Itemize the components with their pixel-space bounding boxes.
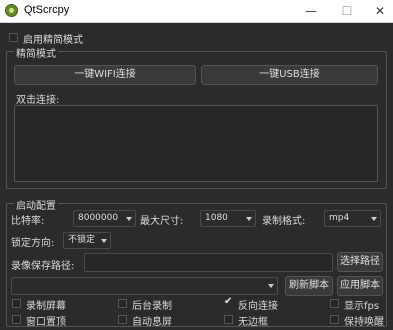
apply-script-button[interactable]: 应用脚本 [337, 276, 383, 296]
record-screen-label: 录制屏幕 [26, 301, 66, 312]
simple-mode-checkbox[interactable] [9, 33, 18, 42]
max-size-label: 最大尺寸: [140, 216, 184, 227]
record-format-label: 录制格式: [262, 216, 306, 227]
window-title: QtScrcpy [24, 4, 70, 16]
simple-mode-group-title: 精简模式 [14, 45, 58, 60]
chevron-down-icon [268, 284, 274, 288]
refresh-script-button[interactable]: 刷新脚本 [285, 276, 333, 296]
bitrate-select[interactable]: 8000000 [73, 210, 136, 227]
always-on-top-checkbox[interactable] [12, 315, 21, 324]
lock-orientation-select[interactable]: 不锁定 [63, 232, 111, 249]
script-select[interactable] [11, 277, 278, 295]
stay-awake-label: 保持唤醒 [344, 317, 384, 328]
chevron-down-icon [371, 217, 377, 221]
device-list-box[interactable] [14, 105, 378, 182]
show-fps-checkbox[interactable] [330, 299, 339, 308]
always-on-top-label: 窗口置顶 [26, 317, 66, 328]
double-click-connect-label: 双击连接: [16, 95, 60, 106]
auto-screen-off-checkbox[interactable] [118, 315, 127, 324]
max-size-select[interactable]: 1080 [200, 210, 256, 227]
chevron-down-icon [246, 217, 252, 221]
record-screen-checkbox[interactable] [12, 299, 21, 308]
start-config-group-title: 启动配置 [14, 197, 58, 212]
auto-screen-off-label: 自动息屏 [132, 317, 172, 328]
record-path-label: 录像保存路径: [11, 261, 75, 272]
minimize-button[interactable]: — [291, 0, 331, 22]
lock-orientation-label: 锁定方向: [11, 238, 55, 249]
qtscrcpy-logo-icon [5, 4, 18, 17]
record-format-select[interactable]: mp4 [324, 210, 381, 227]
record-path-input[interactable] [84, 253, 333, 272]
reverse-connection-checkbox[interactable] [224, 296, 233, 308]
lock-orientation-value: 不锁定 [68, 235, 96, 245]
chevron-down-icon [126, 217, 132, 221]
usb-connect-button[interactable]: 一键USB连接 [201, 65, 378, 85]
show-fps-label: 显示fps [344, 301, 380, 312]
wifi-connect-button[interactable]: 一键WIFI连接 [14, 65, 196, 85]
frameless-label: 无边框 [238, 317, 268, 328]
max-size-value: 1080 [205, 213, 228, 223]
record-format-value: mp4 [329, 213, 350, 223]
frameless-checkbox[interactable] [224, 315, 233, 324]
select-path-button[interactable]: 选择路径 [337, 252, 383, 272]
background-record-checkbox[interactable] [118, 299, 127, 308]
stay-awake-checkbox[interactable] [330, 315, 339, 324]
bitrate-label: 比特率: [11, 216, 45, 227]
bitrate-value: 8000000 [78, 213, 119, 223]
title-bar: QtScrcpy — ☐ ✕ [0, 0, 393, 23]
close-button[interactable]: ✕ [360, 0, 393, 22]
reverse-connection-label: 反向连接 [238, 301, 278, 312]
background-record-label: 后台录制 [132, 301, 172, 312]
chevron-down-icon [101, 239, 107, 243]
simple-mode-label: 启用精简模式 [23, 35, 83, 46]
